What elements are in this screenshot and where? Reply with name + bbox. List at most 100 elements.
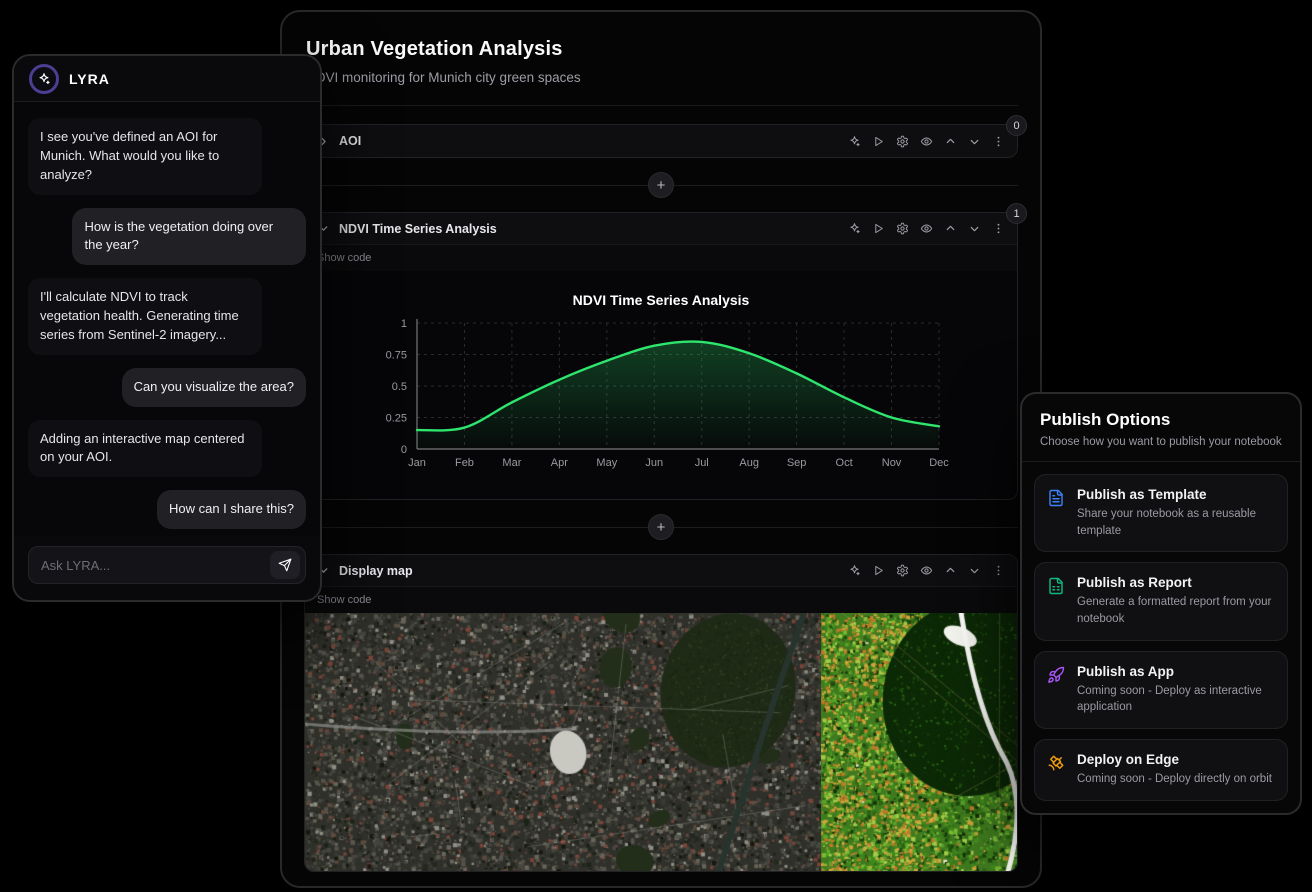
- option-description: Generate a formatted report from your no…: [1077, 594, 1275, 627]
- svg-text:May: May: [596, 457, 617, 469]
- publish-as-app-option[interactable]: Publish as App Coming soon - Deploy as i…: [1034, 651, 1288, 729]
- ndvi-layer-map[interactable]: [821, 613, 1017, 871]
- show-code-toggle[interactable]: Show code: [305, 587, 1017, 613]
- cell-aoi: 0 AOI: [304, 124, 1018, 158]
- visibility-eye-icon[interactable]: [920, 135, 933, 148]
- publish-options-panel: Publish Options Choose how you want to p…: [1020, 392, 1302, 815]
- cell-toolbar: [848, 222, 1005, 235]
- settings-gear-icon[interactable]: [896, 135, 909, 148]
- svg-text:0.25: 0.25: [386, 413, 407, 425]
- chat-message-user: How can I share this?: [157, 490, 306, 529]
- cell-title: NDVI Time Series Analysis: [339, 222, 497, 236]
- run-play-icon[interactable]: [872, 222, 885, 235]
- publish-header: Publish Options Choose how you want to p…: [1022, 394, 1300, 462]
- move-up-icon[interactable]: [944, 135, 957, 148]
- run-play-icon[interactable]: [872, 564, 885, 577]
- add-cell-button[interactable]: +: [648, 172, 674, 198]
- satellite-basemap[interactable]: [305, 613, 821, 871]
- settings-gear-icon[interactable]: [896, 564, 909, 577]
- option-label: Publish as Report: [1077, 575, 1275, 590]
- chat-message-assistant: I'll calculate NDVI to track vegetation …: [28, 278, 262, 355]
- lyra-logo: [29, 64, 59, 94]
- option-label: Deploy on Edge: [1077, 752, 1272, 767]
- option-description: Coming soon - Deploy directly on orbit: [1077, 771, 1272, 788]
- ai-sparkles-icon[interactable]: [848, 222, 861, 235]
- svg-text:Apr: Apr: [551, 457, 568, 469]
- option-label: Publish as Template: [1077, 487, 1275, 502]
- chat-message-user: Can you visualize the area?: [122, 368, 306, 407]
- assistant-name: LYRA: [69, 71, 110, 87]
- sparkle-star-icon: [37, 72, 51, 86]
- ai-sparkles-icon[interactable]: [848, 564, 861, 577]
- svg-text:Nov: Nov: [882, 457, 902, 469]
- svg-text:Jul: Jul: [695, 457, 709, 469]
- svg-text:Feb: Feb: [455, 457, 474, 469]
- svg-text:Oct: Oct: [836, 457, 853, 469]
- cell-execution-badge: 1: [1006, 203, 1027, 224]
- svg-text:0.5: 0.5: [392, 381, 407, 393]
- move-down-icon[interactable]: [968, 222, 981, 235]
- deploy-on-edge-option[interactable]: Deploy on Edge Coming soon - Deploy dire…: [1034, 739, 1288, 801]
- ndvi-chart-output: NDVI Time Series Analysis00.250.50.751Ja…: [305, 271, 1017, 499]
- chat-input-row: [14, 536, 320, 600]
- file-report-icon: [1047, 577, 1065, 595]
- svg-text:Sep: Sep: [787, 457, 807, 469]
- cell-toolbar: [848, 135, 1005, 148]
- svg-text:Jun: Jun: [645, 457, 663, 469]
- publish-option-list: Publish as Template Share your notebook …: [1022, 462, 1300, 813]
- page-title: Urban Vegetation Analysis: [306, 38, 1016, 61]
- add-cell-divider: +: [304, 170, 1018, 200]
- svg-text:0.75: 0.75: [386, 350, 407, 362]
- svg-text:Aug: Aug: [739, 457, 759, 469]
- svg-text:0: 0: [401, 444, 407, 456]
- option-description: Share your notebook as a reusable templa…: [1077, 506, 1275, 539]
- svg-text:Mar: Mar: [502, 457, 521, 469]
- svg-text:Dec: Dec: [929, 457, 949, 469]
- publish-as-report-option[interactable]: Publish as Report Generate a formatted r…: [1034, 562, 1288, 640]
- chat-message-user: How is the vegetation doing over the yea…: [72, 208, 306, 266]
- cell-title: AOI: [339, 134, 361, 148]
- run-play-icon[interactable]: [872, 135, 885, 148]
- rocket-icon: [1047, 666, 1065, 684]
- notebook-header: Urban Vegetation Analysis NDVI monitorin…: [304, 12, 1018, 106]
- publish-as-template-option[interactable]: Publish as Template Share your notebook …: [1034, 474, 1288, 552]
- move-down-icon[interactable]: [968, 564, 981, 577]
- cell-aoi-header: AOI: [305, 125, 1017, 157]
- chat-message-list: I see you've defined an AOI for Munich. …: [14, 102, 320, 536]
- chat-input[interactable]: [41, 558, 270, 573]
- svg-text:1: 1: [401, 318, 407, 330]
- publish-title: Publish Options: [1040, 410, 1282, 430]
- chat-message-assistant: I see you've defined an AOI for Munich. …: [28, 118, 262, 195]
- ai-sparkles-icon[interactable]: [848, 135, 861, 148]
- visibility-eye-icon[interactable]: [920, 222, 933, 235]
- page-subtitle: NDVI monitoring for Munich city green sp…: [306, 70, 1016, 85]
- option-description: Coming soon - Deploy as interactive appl…: [1077, 683, 1275, 716]
- show-code-toggle[interactable]: Show code: [305, 245, 1017, 271]
- visibility-eye-icon[interactable]: [920, 564, 933, 577]
- notebook-window: Urban Vegetation Analysis NDVI monitorin…: [280, 10, 1042, 888]
- cell-toolbar: [848, 564, 1005, 577]
- more-options-icon[interactable]: [992, 564, 1005, 577]
- cell-ndvi: 1 NDVI Time Series Analysis Show code: [304, 212, 1018, 500]
- publish-subtitle: Choose how you want to publish your note…: [1040, 436, 1282, 448]
- lyra-chat-panel: LYRA I see you've defined an AOI for Mun…: [12, 54, 322, 602]
- file-text-icon: [1047, 489, 1065, 507]
- map-output[interactable]: [305, 613, 1017, 871]
- settings-gear-icon[interactable]: [896, 222, 909, 235]
- move-down-icon[interactable]: [968, 135, 981, 148]
- option-label: Publish as App: [1077, 664, 1275, 679]
- send-button[interactable]: [270, 551, 300, 579]
- add-cell-divider: +: [304, 512, 1018, 542]
- chat-header: LYRA: [14, 56, 320, 102]
- move-up-icon[interactable]: [944, 564, 957, 577]
- add-cell-button[interactable]: +: [648, 514, 674, 540]
- cell-title: Display map: [339, 564, 413, 578]
- send-paper-plane-icon: [278, 558, 292, 572]
- cell-display-map: Display map Show code: [304, 554, 1018, 872]
- cell-execution-badge: 0: [1006, 115, 1027, 136]
- svg-text:NDVI Time Series Analysis: NDVI Time Series Analysis: [573, 292, 750, 308]
- more-options-icon[interactable]: [992, 135, 1005, 148]
- ndvi-line-chart: NDVI Time Series Analysis00.250.50.751Ja…: [305, 271, 1017, 499]
- more-options-icon[interactable]: [992, 222, 1005, 235]
- move-up-icon[interactable]: [944, 222, 957, 235]
